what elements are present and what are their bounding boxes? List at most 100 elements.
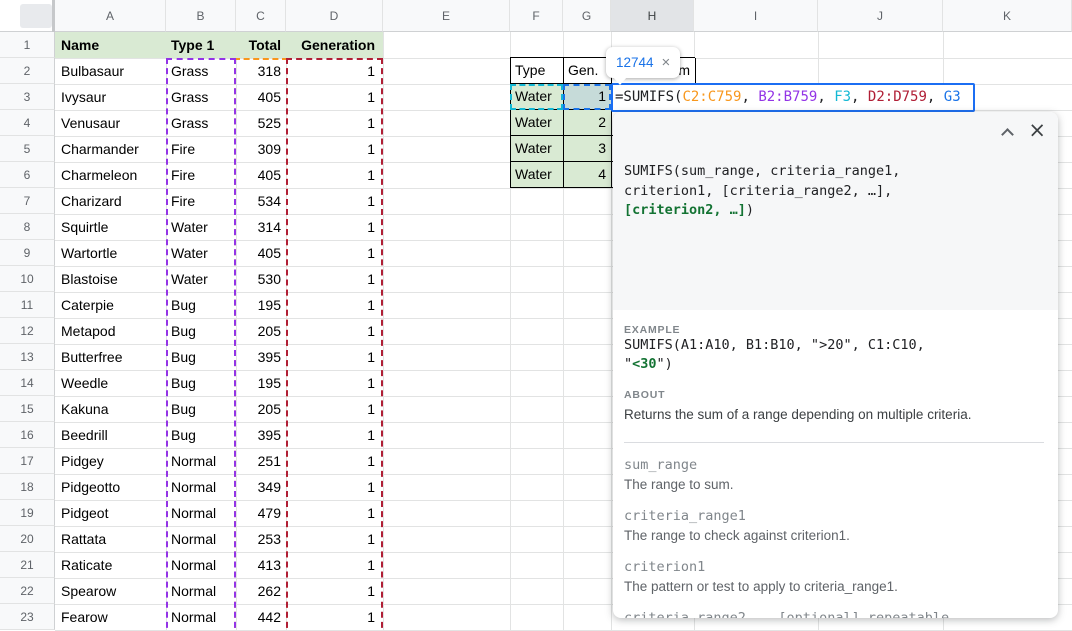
table-cell[interactable]: Venusaur: [55, 110, 166, 136]
row-header-22[interactable]: 22: [0, 578, 55, 604]
table-cell[interactable]: Caterpie: [55, 292, 166, 318]
column-header-h[interactable]: H: [611, 0, 694, 32]
table-cell[interactable]: 1: [286, 552, 383, 578]
table-cell[interactable]: Fire: [166, 162, 236, 188]
table-cell[interactable]: 195: [236, 370, 286, 396]
table-cell[interactable]: 405: [236, 162, 286, 188]
table-cell[interactable]: 1: [286, 240, 383, 266]
criteria-cell-gen[interactable]: 1: [564, 84, 612, 110]
table-cell[interactable]: Blastoise: [55, 266, 166, 292]
table-cell[interactable]: 195: [236, 292, 286, 318]
table-cell[interactable]: Butterfree: [55, 344, 166, 370]
table-cell[interactable]: 479: [236, 500, 286, 526]
criteria-cell-gen[interactable]: 4: [564, 162, 612, 188]
row-header-21[interactable]: 21: [0, 552, 55, 578]
table-cell[interactable]: 314: [236, 214, 286, 240]
table-cell[interactable]: 253: [236, 526, 286, 552]
table-cell[interactable]: Kakuna: [55, 396, 166, 422]
table-cell[interactable]: Pidgeot: [55, 500, 166, 526]
table-cell[interactable]: 349: [236, 474, 286, 500]
criteria-header-gen[interactable]: Gen.: [564, 58, 612, 84]
select-all-corner[interactable]: [0, 0, 55, 32]
table-cell[interactable]: 1: [286, 188, 383, 214]
row-header-17[interactable]: 17: [0, 448, 55, 474]
table-cell[interactable]: Fearow: [55, 604, 166, 630]
table-cell[interactable]: Water: [166, 266, 236, 292]
table-cell[interactable]: 1: [286, 84, 383, 110]
table-cell[interactable]: 413: [236, 552, 286, 578]
table-cell[interactable]: Normal: [166, 500, 236, 526]
table-cell[interactable]: Spearow: [55, 578, 166, 604]
row-header-1[interactable]: 1: [0, 32, 55, 58]
popup-close-icon[interactable]: ×: [1028, 120, 1046, 141]
table-cell[interactable]: Raticate: [55, 552, 166, 578]
row-header-3[interactable]: 3: [0, 84, 55, 110]
row-header-18[interactable]: 18: [0, 474, 55, 500]
table-cell[interactable]: Grass: [166, 58, 236, 84]
collapse-chevron-icon[interactable]: [1001, 128, 1014, 141]
table-cell[interactable]: 1: [286, 474, 383, 500]
table-cell[interactable]: Normal: [166, 604, 236, 630]
row-header-11[interactable]: 11: [0, 292, 55, 318]
table-cell[interactable]: 395: [236, 344, 286, 370]
table-cell[interactable]: Weedle: [55, 370, 166, 396]
row-header-2[interactable]: 2: [0, 58, 55, 84]
criteria-cell-type[interactable]: Water: [511, 110, 564, 136]
table-cell[interactable]: Charmeleon: [55, 162, 166, 188]
row-header-16[interactable]: 16: [0, 422, 55, 448]
table-cell[interactable]: 1: [286, 110, 383, 136]
table-cell[interactable]: 1: [286, 370, 383, 396]
criteria-cell-gen[interactable]: 2: [564, 110, 612, 136]
column-header-i[interactable]: I: [694, 0, 818, 32]
criteria-cell-type[interactable]: Water: [511, 136, 564, 162]
table-cell[interactable]: Bug: [166, 370, 236, 396]
table-cell[interactable]: Fire: [166, 188, 236, 214]
table-cell[interactable]: Grass: [166, 110, 236, 136]
table-cell[interactable]: Charmander: [55, 136, 166, 162]
column-header-k[interactable]: K: [943, 0, 1072, 32]
row-header-12[interactable]: 12: [0, 318, 55, 344]
table-cell[interactable]: 442: [236, 604, 286, 630]
row-header-15[interactable]: 15: [0, 396, 55, 422]
table-cell[interactable]: Squirtle: [55, 214, 166, 240]
row-header-13[interactable]: 13: [0, 344, 55, 370]
table-cell[interactable]: 534: [236, 188, 286, 214]
table-cell[interactable]: 318: [236, 58, 286, 84]
table-cell[interactable]: Normal: [166, 552, 236, 578]
table-cell[interactable]: 1: [286, 526, 383, 552]
main-table-header-b[interactable]: Type 1: [166, 32, 236, 58]
criteria-cell-type[interactable]: Water: [511, 162, 564, 188]
table-cell[interactable]: Bulbasaur: [55, 58, 166, 84]
table-cell[interactable]: 1: [286, 266, 383, 292]
column-header-f[interactable]: F: [510, 0, 563, 32]
table-cell[interactable]: 395: [236, 422, 286, 448]
table-cell[interactable]: Pidgeotto: [55, 474, 166, 500]
column-header-d[interactable]: D: [286, 0, 383, 32]
column-header-c[interactable]: C: [236, 0, 286, 32]
table-cell[interactable]: Rattata: [55, 526, 166, 552]
table-cell[interactable]: Grass: [166, 84, 236, 110]
table-cell[interactable]: Beedrill: [55, 422, 166, 448]
column-header-g[interactable]: G: [563, 0, 611, 32]
main-table-header-d[interactable]: Generation: [286, 32, 383, 58]
row-header-10[interactable]: 10: [0, 266, 55, 292]
table-cell[interactable]: 1: [286, 292, 383, 318]
column-header-b[interactable]: B: [166, 0, 236, 32]
table-cell[interactable]: Bug: [166, 396, 236, 422]
table-cell[interactable]: 405: [236, 240, 286, 266]
main-table-header-c[interactable]: Total: [236, 32, 286, 58]
table-cell[interactable]: 262: [236, 578, 286, 604]
table-cell[interactable]: Normal: [166, 448, 236, 474]
table-cell[interactable]: Normal: [166, 578, 236, 604]
criteria-header-type[interactable]: Type: [511, 58, 564, 84]
table-cell[interactable]: Bug: [166, 344, 236, 370]
table-cell[interactable]: Normal: [166, 474, 236, 500]
table-cell[interactable]: 1: [286, 344, 383, 370]
table-cell[interactable]: Normal: [166, 526, 236, 552]
table-cell[interactable]: 309: [236, 136, 286, 162]
table-cell[interactable]: 1: [286, 318, 383, 344]
table-cell[interactable]: 251: [236, 448, 286, 474]
table-cell[interactable]: Ivysaur: [55, 84, 166, 110]
table-cell[interactable]: 1: [286, 500, 383, 526]
table-cell[interactable]: Water: [166, 240, 236, 266]
